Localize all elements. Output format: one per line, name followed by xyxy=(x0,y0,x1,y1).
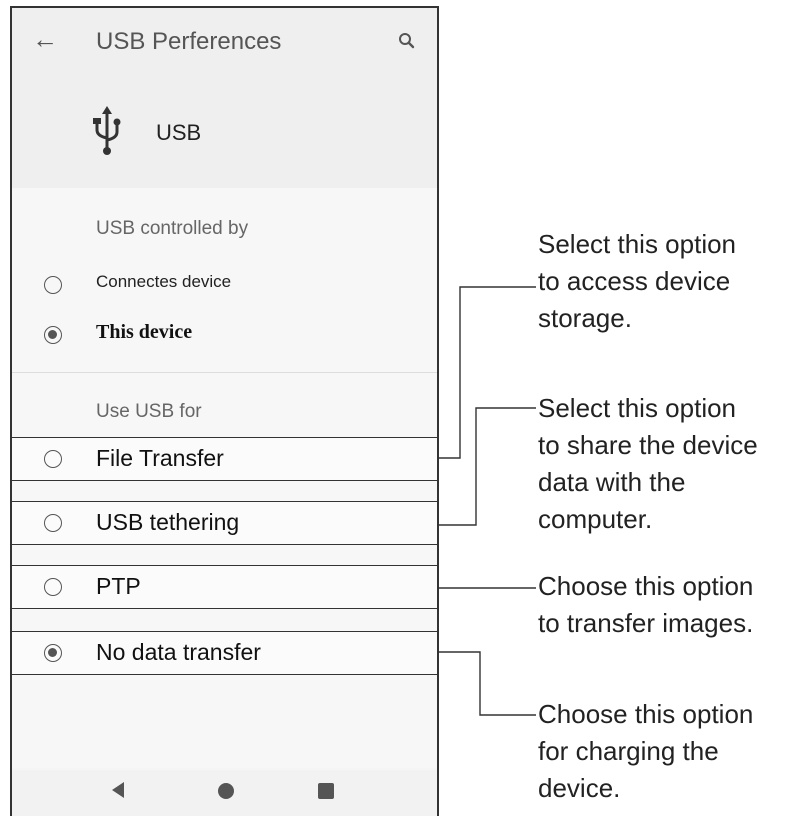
callout-ptp: Choose this option to transfer images. xyxy=(538,568,794,642)
option-usb-tethering[interactable]: USB tethering xyxy=(96,509,239,536)
callout-line: storage. xyxy=(538,303,632,333)
callout-usb-tethering: Select this option to share the device d… xyxy=(538,390,794,538)
option-ptp[interactable]: PTP xyxy=(96,573,141,600)
recents-square-icon[interactable] xyxy=(318,783,334,799)
callout-line: data with the xyxy=(538,467,686,497)
settings-content: USB controlled by Connectes device This … xyxy=(12,188,437,768)
callout-line: to transfer images. xyxy=(538,608,754,638)
radio-file-transfer[interactable] xyxy=(44,450,62,468)
radio-ptp[interactable] xyxy=(44,578,62,596)
section-label-controlled-by: USB controlled by xyxy=(96,218,249,239)
usb-title: USB xyxy=(156,120,202,145)
radio-usb-tethering[interactable] xyxy=(44,514,62,532)
callout-line: device. xyxy=(538,773,621,803)
search-icon[interactable] xyxy=(396,30,418,52)
callout-no-data-transfer: Choose this option for charging the devi… xyxy=(538,696,794,807)
divider xyxy=(12,372,437,373)
arrow-left-icon[interactable]: ← xyxy=(32,26,58,52)
row-no-data-transfer[interactable]: No data transfer xyxy=(12,631,437,675)
callout-line: computer. xyxy=(538,504,653,534)
page-title: USB Perferences xyxy=(96,28,282,55)
option-connected-device[interactable]: Connectes device xyxy=(96,272,231,292)
phone-screen: ← USB Perferences USB USB controlled by … xyxy=(10,6,439,816)
callout-line: to access device xyxy=(538,266,731,296)
navigation-bar xyxy=(12,770,437,816)
callout-line: to share the device xyxy=(538,430,758,460)
callout-line: Choose this option xyxy=(538,571,754,601)
callout-line: for charging the xyxy=(538,736,719,766)
radio-this-device[interactable] xyxy=(44,326,62,344)
row-usb-tethering[interactable]: USB tethering xyxy=(12,501,437,545)
app-bar: ← USB Perferences USB xyxy=(12,8,437,188)
back-triangle-icon[interactable] xyxy=(112,782,124,798)
option-no-data-transfer[interactable]: No data transfer xyxy=(96,639,261,666)
callout-line: Select this option xyxy=(538,393,737,423)
row-ptp[interactable]: PTP xyxy=(12,565,437,609)
radio-no-data-transfer[interactable] xyxy=(44,644,62,662)
callout-line: Select this option xyxy=(538,229,737,259)
callout-file-transfer: Select this option to access device stor… xyxy=(538,226,794,337)
usb-icon xyxy=(93,106,121,155)
row-file-transfer[interactable]: File Transfer xyxy=(12,437,437,481)
option-file-transfer[interactable]: File Transfer xyxy=(96,445,224,472)
section-label-use-usb-for: Use USB for xyxy=(96,401,202,422)
radio-connected-device[interactable] xyxy=(44,276,62,294)
home-circle-icon[interactable] xyxy=(218,783,234,799)
callout-line: Choose this option xyxy=(538,699,754,729)
option-this-device[interactable]: This device xyxy=(96,321,192,344)
